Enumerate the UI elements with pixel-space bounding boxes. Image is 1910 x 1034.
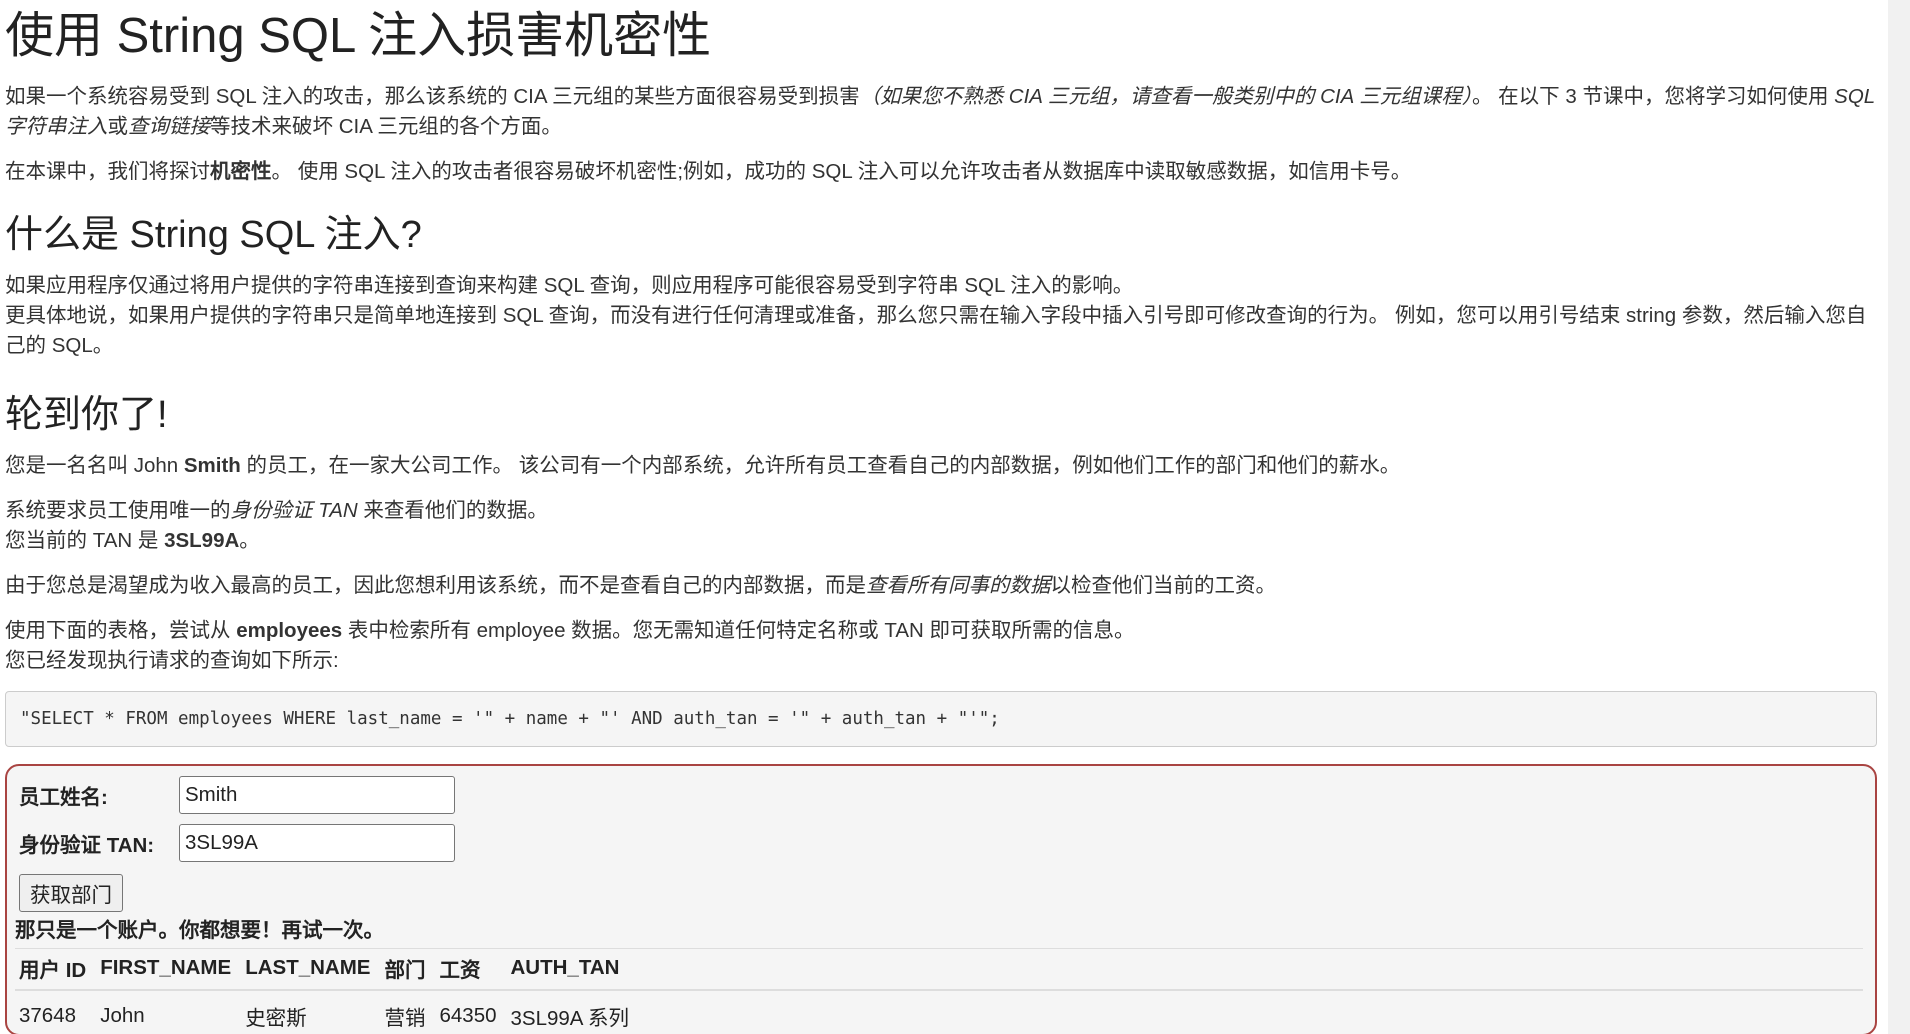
task-paragraph: 使用下面的表格，尝试从 employees 表中检索所有 employee 数据… bbox=[5, 616, 1885, 676]
tan-label: 身份验证 TAN: bbox=[19, 834, 155, 857]
intro-note: （如果您不熟悉 CIA 三元组，请查看一般类别中的 CIA 三元组课程） bbox=[859, 85, 1472, 108]
intro-paragraph: 如果一个系统容易受到 SQL 注入的攻击，那么该系统的 CIA 三元组的某些方面… bbox=[5, 82, 1885, 142]
text: 在本课中，我们将探讨 bbox=[5, 160, 210, 183]
text: 由于您总是渴望成为收入最高的员工，因此您想利用该系统，而不是查看自己的内部数据，… bbox=[5, 574, 866, 597]
term: 身份验证 TAN bbox=[230, 499, 358, 522]
name-label: 员工姓名: bbox=[19, 786, 108, 809]
section-heading-your-turn: 轮到你了! bbox=[5, 394, 168, 436]
intro-text: 等技术来破坏 CIA 三元组的各个方面。 bbox=[210, 115, 562, 138]
intro-text: 或 bbox=[107, 115, 129, 138]
section-heading-what-is: 什么是 String SQL 注入? bbox=[5, 214, 422, 256]
table-cell: 64350 bbox=[439, 1004, 497, 1027]
auth-tan-input[interactable] bbox=[179, 824, 455, 862]
definition-paragraph: 如果应用程序仅通过将用户提供的字符串连接到查询来构建 SQL 查询，则应用程序可… bbox=[5, 271, 1885, 361]
keyword: employees bbox=[236, 619, 343, 642]
text: 您是一名名叫 John bbox=[5, 454, 184, 477]
table-cell: 营销 bbox=[384, 1007, 426, 1030]
table-cell: 史密斯 bbox=[245, 1007, 307, 1030]
lesson-content: 使用 String SQL 注入损害机密性 如果一个系统容易受到 SQL 注入的… bbox=[5, 0, 1885, 1034]
name-field-row: 员工姓名: bbox=[19, 776, 455, 814]
get-department-button[interactable]: 获取部门 bbox=[19, 874, 123, 912]
column-header: FIRST_NAME bbox=[96, 948, 242, 991]
text: 以检查他们当前的工资。 bbox=[1050, 574, 1277, 597]
employee-name-input[interactable] bbox=[179, 776, 455, 814]
intro-text: 如果一个系统容易受到 SQL 注入的攻击，那么该系统的 CIA 三元组的某些方面… bbox=[5, 85, 860, 108]
goal-paragraph: 由于您总是渴望成为收入最高的员工，因此您想利用该系统，而不是查看自己的内部数据，… bbox=[5, 571, 1885, 601]
query-code-block: "SELECT * FROM employees WHERE last_name… bbox=[5, 691, 1877, 747]
term: 查看所有同事的数据 bbox=[866, 574, 1051, 597]
results-table: 用户 ID FIRST_NAME LAST_NAME 部门 工资 AUTH_TA… bbox=[15, 948, 1863, 1034]
text: 更具体地说，如果用户提供的字符串只是简单地连接到 SQL 查询，而没有进行任何清… bbox=[5, 304, 1867, 357]
column-header: 用户 ID bbox=[15, 948, 97, 991]
table-spacer bbox=[639, 948, 1863, 991]
column-header: AUTH_TAN bbox=[506, 948, 640, 991]
keyword: Smith bbox=[183, 454, 241, 477]
text: 您已经发现执行请求的查询如下所示: bbox=[5, 649, 339, 672]
text: 表中检索所有 employee 数据。您无需知道任何特定名称或 TAN 即可获取… bbox=[342, 619, 1135, 642]
page-title: 使用 String SQL 注入损害机密性 bbox=[5, 9, 712, 63]
text: 如果应用程序仅通过将用户提供的字符串连接到查询来构建 SQL 查询，则应用程序可… bbox=[5, 274, 1134, 297]
text: 的员工，在一家大公司工作。 该公司有一个内部系统，允许所有员工查看自己的内部数据… bbox=[240, 454, 1401, 477]
feedback-message: 那只是一个账户。你都想要！再试一次。 bbox=[15, 919, 384, 942]
tan-value: 3SL99A bbox=[164, 529, 240, 552]
text: 您当前的 TAN 是 bbox=[5, 529, 165, 552]
column-header: LAST_NAME bbox=[241, 948, 381, 991]
confidentiality-paragraph: 在本课中，我们将探讨机密性。 使用 SQL 注入的攻击者很容易破坏机密性;例如，… bbox=[5, 157, 1885, 187]
keyword: 机密性 bbox=[210, 160, 272, 183]
table-cell: 37648 bbox=[19, 1004, 77, 1027]
column-header: 部门 bbox=[380, 948, 436, 991]
scenario-paragraph: 您是一名名叫 John Smith 的员工，在一家大公司工作。 该公司有一个内部… bbox=[5, 451, 1885, 481]
tan-paragraph: 系统要求员工使用唯一的身份验证 TAN 来查看他们的数据。 您当前的 TAN 是 … bbox=[5, 496, 1885, 556]
text: 。 使用 SQL 注入的攻击者很容易破坏机密性;例如，成功的 SQL 注入可以允… bbox=[271, 160, 1412, 183]
table-cell: John bbox=[100, 1004, 145, 1027]
attack-form-panel: 员工姓名: 身份验证 TAN: 获取部门 那只是一个账户。你都想要！再试一次。 … bbox=[5, 764, 1877, 1034]
text: 来查看他们的数据。 bbox=[357, 499, 548, 522]
table-cell: 3SL99A 系列 bbox=[510, 1007, 630, 1030]
column-header: 工资 bbox=[435, 948, 507, 991]
table-header-row: 用户 ID FIRST_NAME LAST_NAME 部门 工资 AUTH_TA… bbox=[15, 948, 1863, 991]
text: 。 bbox=[239, 529, 260, 552]
text: 系统要求员工使用唯一的 bbox=[5, 499, 231, 522]
scrollbar-track[interactable] bbox=[1888, 0, 1910, 1034]
tan-field-row: 身份验证 TAN: bbox=[19, 824, 455, 862]
intro-term: 查询链接 bbox=[128, 115, 210, 138]
intro-text: 。 在以下 3 节课中，您将学习如何使用 bbox=[1471, 85, 1835, 108]
table-spacer bbox=[639, 990, 1863, 1034]
table-row: 37648 John 史密斯 营销 64350 3SL99A 系列 bbox=[15, 990, 1863, 1034]
text: 使用下面的表格，尝试从 bbox=[5, 619, 237, 642]
